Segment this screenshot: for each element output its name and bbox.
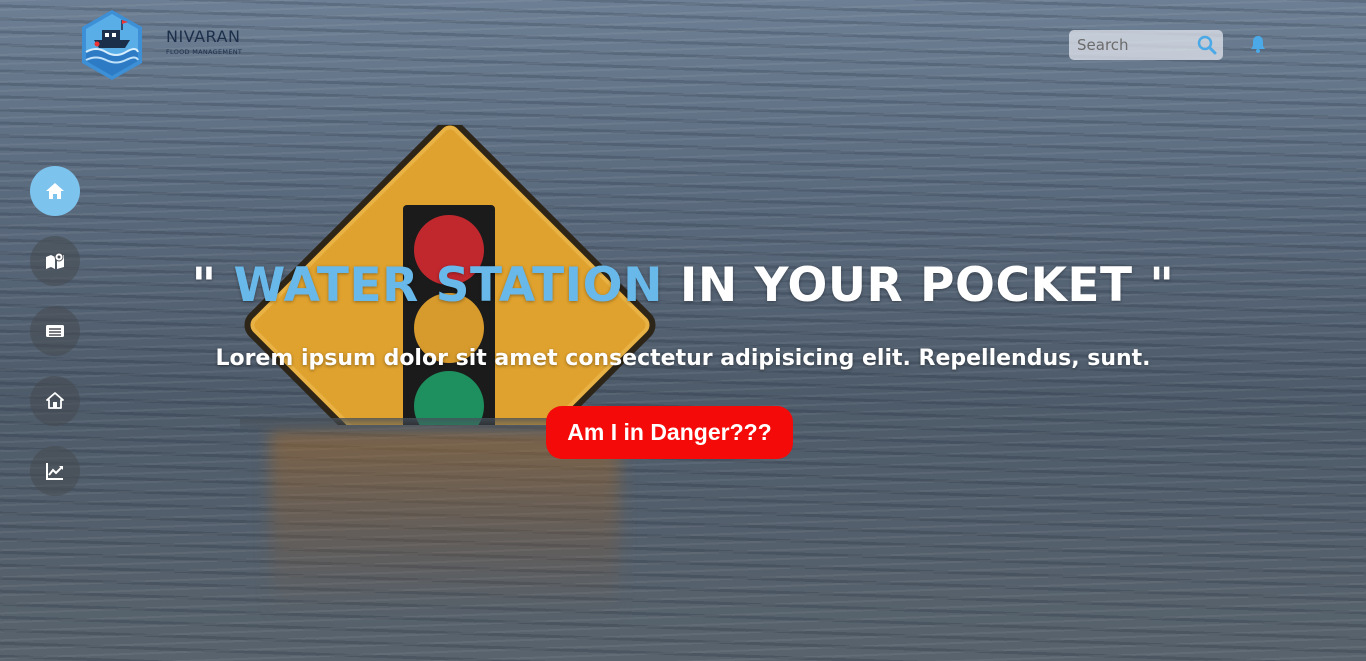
danger-check-button[interactable]: Am I in Danger???	[546, 406, 793, 459]
headline-rest: IN YOUR POCKET	[679, 258, 1133, 313]
nav-analytics-button[interactable]	[30, 446, 80, 496]
hero-headline: " WATER STATION IN YOUR POCKET "	[0, 258, 1366, 313]
hero-subheadline: Lorem ipsum dolor sit amet consectetur a…	[215, 346, 1151, 371]
boat-logo-icon[interactable]	[78, 8, 146, 82]
quote-open: "	[191, 258, 217, 313]
newspaper-icon	[46, 325, 64, 337]
search-icon[interactable]	[1197, 35, 1217, 55]
brand-tagline: FLOOD MANAGEMENT	[166, 48, 243, 56]
bell-icon[interactable]	[1248, 34, 1268, 54]
search-box	[1069, 30, 1223, 60]
traffic-light	[403, 205, 495, 425]
search-input[interactable]	[1069, 30, 1194, 60]
quote-close: "	[1149, 258, 1175, 313]
home-icon	[46, 183, 64, 199]
nav-home-button[interactable]	[30, 166, 80, 216]
brand-name: NIVARAN	[166, 27, 241, 46]
headline-accent: WATER STATION	[233, 258, 663, 313]
brand: NIVARAN FLOOD MANAGEMENT	[166, 27, 243, 57]
house-icon	[46, 392, 64, 409]
trend-chart-icon	[46, 463, 63, 480]
hero-background-image	[0, 0, 1366, 661]
nav-shelter-button[interactable]	[30, 376, 80, 426]
